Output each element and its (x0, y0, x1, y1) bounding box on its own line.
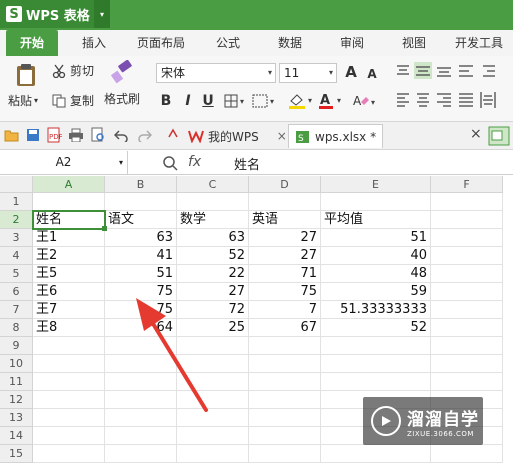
annotation-arrow-icon (136, 298, 208, 412)
watermark: 溜溜自学 ZIXUE.3066.COM (363, 397, 483, 445)
watermark-name: 溜溜自学 (407, 409, 479, 430)
watermark-url: ZIXUE.3066.COM (407, 429, 474, 438)
play-logo-icon (371, 406, 401, 436)
spreadsheet-window: S WPS 表格 ▾ 开始 插入 页面布局 公式 数据 审阅 视图 开发工具 粘… (0, 0, 513, 465)
